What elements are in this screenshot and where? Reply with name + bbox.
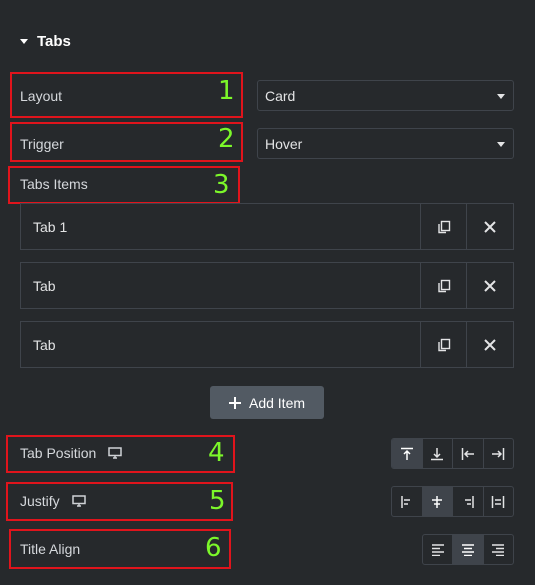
copy-icon bbox=[437, 338, 450, 351]
align-top-icon bbox=[400, 447, 413, 460]
repeater-item: Tab bbox=[20, 321, 514, 368]
justify-end-button[interactable] bbox=[453, 487, 484, 516]
text-align-left-icon bbox=[431, 543, 444, 556]
tab-position-left-button[interactable] bbox=[453, 439, 484, 468]
close-icon bbox=[484, 279, 496, 292]
justify-center-button[interactable] bbox=[422, 487, 453, 516]
trigger-select[interactable]: Hover bbox=[257, 128, 514, 159]
section-title: Tabs bbox=[37, 33, 71, 50]
desktop-icon[interactable] bbox=[108, 447, 123, 459]
trigger-select-value: Hover bbox=[265, 135, 303, 152]
repeater-item-title[interactable]: Tab bbox=[21, 263, 421, 308]
remove-button[interactable] bbox=[467, 263, 513, 308]
tab-position-right-button[interactable] bbox=[484, 439, 514, 468]
align-left-icon bbox=[461, 447, 474, 460]
close-icon bbox=[484, 220, 496, 233]
title-align-left-button[interactable] bbox=[423, 535, 454, 564]
title-align-center-button[interactable] bbox=[453, 535, 484, 564]
tabs-items-label: Tabs Items bbox=[20, 176, 88, 192]
text-align-right-icon bbox=[492, 543, 505, 556]
justify-start-button[interactable] bbox=[392, 487, 423, 516]
duplicate-button[interactable] bbox=[421, 263, 467, 308]
title-align-choices bbox=[422, 534, 514, 565]
tab-position-top-button[interactable] bbox=[392, 439, 423, 468]
repeater-item: Tab bbox=[20, 262, 514, 309]
duplicate-button[interactable] bbox=[421, 204, 467, 249]
justify-start-icon bbox=[401, 495, 410, 508]
tab-position-label-row: Tab Position bbox=[20, 445, 123, 461]
tab-position-label: Tab Position bbox=[20, 445, 97, 461]
plus-icon bbox=[228, 396, 241, 409]
annotation-number-3: 3 bbox=[213, 170, 230, 200]
justify-stretch-icon bbox=[492, 495, 505, 508]
justify-stretch-button[interactable] bbox=[484, 487, 514, 516]
close-icon bbox=[484, 338, 496, 351]
caret-down-icon bbox=[20, 39, 28, 44]
layout-label: Layout bbox=[20, 88, 63, 104]
justify-choices bbox=[391, 486, 514, 517]
annotation-number-4: 4 bbox=[208, 438, 225, 468]
section-header-tabs[interactable]: Tabs bbox=[20, 33, 71, 50]
repeater-item-title[interactable]: Tab 1 bbox=[21, 204, 421, 249]
annotation-number-1: 1 bbox=[218, 76, 235, 106]
duplicate-button[interactable] bbox=[421, 322, 467, 367]
copy-icon bbox=[437, 279, 450, 292]
text-align-center-icon bbox=[461, 543, 474, 556]
align-right-icon bbox=[492, 447, 505, 460]
annotation-number-2: 2 bbox=[218, 124, 235, 154]
remove-button[interactable] bbox=[467, 204, 513, 249]
add-item-label: Add Item bbox=[248, 394, 306, 411]
select-arrow-icon bbox=[497, 94, 505, 99]
justify-end-icon bbox=[464, 495, 474, 508]
title-align-label: Title Align bbox=[20, 541, 81, 557]
tab-position-bottom-button[interactable] bbox=[423, 439, 453, 468]
remove-button[interactable] bbox=[467, 322, 513, 367]
repeater-item: Tab 1 bbox=[20, 203, 514, 250]
layout-select-value: Card bbox=[265, 87, 296, 104]
tab-position-choices bbox=[391, 438, 514, 469]
annotation-number-5: 5 bbox=[209, 486, 226, 516]
annotation-number-6: 6 bbox=[205, 533, 222, 563]
align-bottom-icon bbox=[431, 447, 444, 460]
add-item-button[interactable]: Add Item bbox=[210, 386, 324, 419]
layout-select[interactable]: Card bbox=[257, 80, 514, 111]
justify-label: Justify bbox=[20, 493, 60, 509]
justify-center-icon bbox=[432, 495, 443, 508]
copy-icon bbox=[437, 220, 450, 233]
desktop-icon[interactable] bbox=[71, 495, 86, 507]
repeater-item-title[interactable]: Tab bbox=[21, 322, 421, 367]
justify-label-row: Justify bbox=[20, 493, 86, 509]
title-align-right-button[interactable] bbox=[484, 535, 513, 564]
select-arrow-icon bbox=[497, 142, 505, 147]
trigger-label: Trigger bbox=[20, 136, 64, 152]
